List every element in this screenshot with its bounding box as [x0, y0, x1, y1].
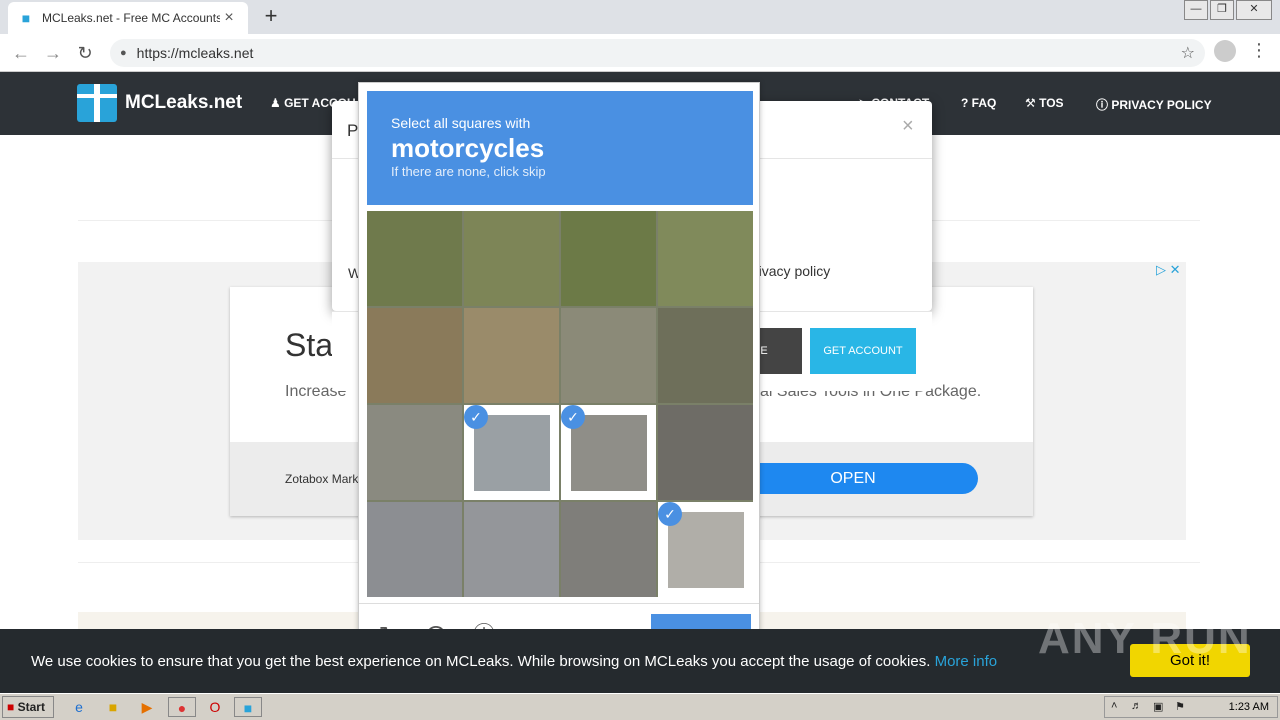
nav-tos[interactable]: ⚒ TOS: [1025, 96, 1064, 110]
folder-icon[interactable]: ■: [102, 697, 124, 717]
modal-close-icon[interactable]: ×: [902, 115, 914, 138]
logo-text: MCLeaks.net: [125, 92, 243, 113]
captcha-tile[interactable]: [367, 502, 462, 597]
browser-menu-icon[interactable]: ⋮: [1250, 40, 1268, 61]
clock: 1:23 AM: [1228, 701, 1269, 713]
gift-icon: ■: [21, 10, 31, 26]
address-bar[interactable]: ● https://mcleaks.net ☆: [110, 39, 1205, 67]
captcha-tile[interactable]: ✓: [561, 405, 656, 500]
start-button[interactable]: ■ Start: [2, 696, 54, 718]
captcha-tile[interactable]: [464, 308, 559, 403]
captcha-tile[interactable]: [367, 405, 462, 500]
browser-toolbar: ← → ↻ ● https://mcleaks.net ☆: [0, 34, 1280, 72]
reload-icon[interactable]: ↻: [72, 40, 98, 66]
nav-faq[interactable]: ? FAQ: [961, 96, 996, 110]
captcha-tile[interactable]: [658, 405, 753, 500]
ad-open-button[interactable]: OPEN: [728, 463, 978, 494]
captcha-tile[interactable]: [464, 502, 559, 597]
checkmark-icon: ✓: [464, 405, 488, 429]
ad-brand: Zotabox Mark: [285, 472, 359, 486]
browser-tab[interactable]: ■ MCLeaks.net - Free MC Accounts ×: [8, 2, 248, 34]
opera-icon[interactable]: O: [204, 697, 226, 717]
start-label: Start: [17, 700, 45, 714]
restore-window-button[interactable]: ❐: [1210, 0, 1234, 20]
browser-tab-strip: ■ MCLeaks.net - Free MC Accounts × + — ❐…: [0, 0, 1280, 34]
modal-title: P: [347, 121, 359, 140]
captcha-tile[interactable]: [367, 308, 462, 403]
volume-icon[interactable]: ♬: [1131, 700, 1142, 712]
captcha-tile-image: [668, 512, 744, 588]
flag-icon[interactable]: ⚑: [1175, 700, 1185, 713]
nav-privacy-label: PRIVACY POLICY: [1111, 98, 1212, 112]
nav-faq-label: FAQ: [971, 96, 997, 110]
minimize-window-button[interactable]: —: [1184, 0, 1208, 20]
site-logo[interactable]: MCLeaks.net: [77, 84, 242, 122]
nav-privacy-policy[interactable]: ⓘ PRIVACY POLICY: [1096, 96, 1212, 113]
back-icon[interactable]: ←: [8, 40, 34, 66]
adchoices-icon[interactable]: ▷ ✕: [1156, 262, 1181, 278]
nav-tos-label: TOS: [1039, 96, 1064, 110]
captcha-tile-image: [571, 415, 647, 491]
url-text: https://mcleaks.net: [136, 45, 254, 61]
captcha-tile[interactable]: ✓: [658, 502, 753, 597]
captcha-tile[interactable]: [367, 211, 462, 306]
captcha-tile[interactable]: [658, 211, 753, 306]
chrome-icon[interactable]: ●: [168, 697, 196, 717]
captcha-tile[interactable]: [658, 308, 753, 403]
gift-icon: [77, 84, 117, 122]
get-account-button[interactable]: GET ACCOUNT: [810, 328, 916, 374]
bookmark-star-icon[interactable]: ☆: [1181, 43, 1195, 63]
captcha-tile[interactable]: [561, 308, 656, 403]
close-window-button[interactable]: ✕: [1236, 0, 1272, 20]
checkmark-icon: ✓: [658, 502, 682, 526]
captcha-tile-image: [474, 415, 550, 491]
captcha-tile[interactable]: ✓: [464, 405, 559, 500]
modal-privacy-text[interactable]: rivacy policy: [754, 263, 830, 279]
profile-avatar-icon[interactable]: [1214, 40, 1236, 62]
close-tab-icon[interactable]: ×: [220, 9, 238, 27]
captcha-instruction: Select all squares with: [391, 115, 531, 131]
captcha-tile[interactable]: [561, 211, 656, 306]
cookie-text: We use cookies to ensure that you get th…: [31, 653, 997, 670]
captcha-tile[interactable]: [464, 211, 559, 306]
checkmark-icon: ✓: [561, 405, 585, 429]
media-player-icon[interactable]: ▶: [136, 697, 158, 717]
new-tab-button[interactable]: +: [258, 4, 284, 30]
captcha-target: motorcycles: [391, 133, 545, 163]
ad-title: Sta: [285, 327, 334, 363]
lock-icon: ●: [120, 47, 127, 59]
captcha-grid: ✓ ✓ ✓: [367, 211, 753, 597]
captcha-header: Select all squares with motorcycles If t…: [367, 91, 753, 205]
watermark-logo: ANY RUN: [1038, 614, 1252, 663]
windows-taskbar: ■ Start e ■ ▶ ● O ■ ˄ ♬ ▣ ⚑ 1:23 AM: [0, 693, 1280, 720]
ie-icon[interactable]: e: [68, 697, 90, 717]
system-tray: ˄ ♬ ▣ ⚑ 1:23 AM: [1104, 696, 1278, 718]
tray-arrow-icon[interactable]: ˄: [1111, 700, 1117, 712]
tab-title: MCLeaks.net - Free MC Accounts: [42, 11, 220, 25]
captcha-hint: If there are none, click skip: [391, 164, 546, 179]
forward-icon[interactable]: →: [40, 40, 66, 66]
captcha-tile[interactable]: [561, 502, 656, 597]
gift-icon[interactable]: ■: [234, 697, 262, 717]
cookie-message: We use cookies to ensure that you get th…: [31, 653, 931, 670]
captcha-challenge: Select all squares with motorcycles If t…: [358, 82, 760, 665]
cookie-more-info-link[interactable]: More info: [935, 653, 998, 670]
network-icon[interactable]: ▣: [1153, 700, 1163, 713]
